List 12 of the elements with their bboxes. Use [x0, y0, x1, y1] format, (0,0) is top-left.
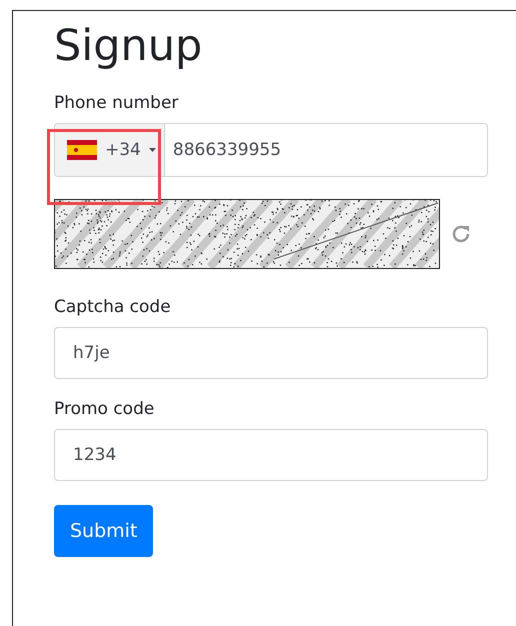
spain-flag-icon — [67, 140, 97, 160]
submit-button[interactable]: Submit — [54, 505, 154, 557]
country-code-selector[interactable]: +34 — [55, 124, 165, 176]
field-label: Captcha code — [54, 297, 171, 317]
field-label: Promo code — [54, 399, 154, 419]
caret-icon — [148, 148, 156, 152]
refresh-icon[interactable] — [450, 223, 472, 245]
phone-field[interactable]: +34 8866339955 — [54, 123, 488, 177]
captcha-input[interactable]: h7je — [54, 327, 488, 379]
promo-code-input[interactable]: 1234 — [54, 429, 488, 481]
field-label: Phone number — [54, 93, 178, 113]
page-title: Signup — [54, 20, 204, 73]
